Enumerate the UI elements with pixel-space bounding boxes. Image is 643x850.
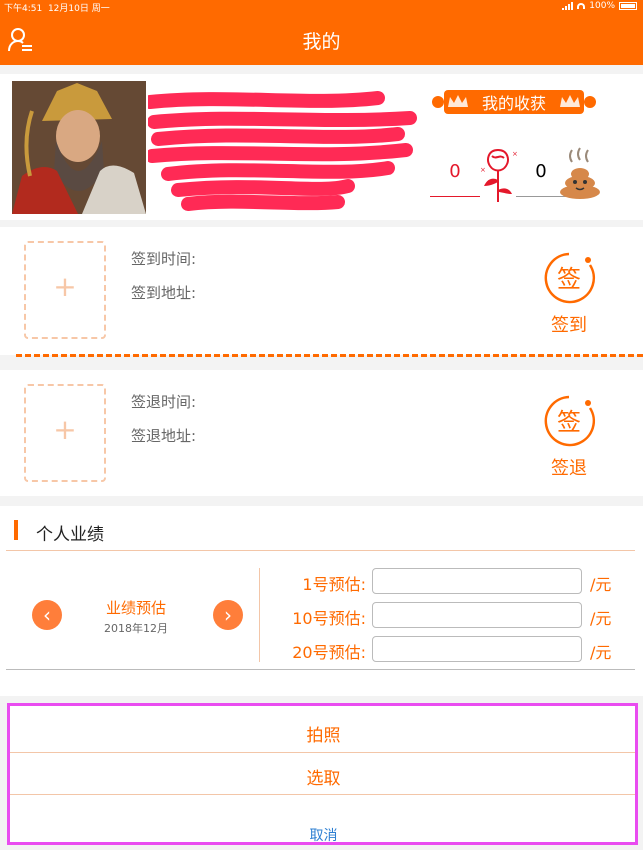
check-in-panel: + 签到时间: 签到地址: 签 签到	[0, 227, 643, 355]
choose-photo-option[interactable]: 选取	[10, 764, 637, 789]
section-title: 个人业绩	[36, 525, 104, 545]
check-in-photo-button[interactable]: +	[24, 241, 106, 339]
check-in-sign-glyph: 签	[557, 265, 581, 293]
rose-count: 0	[449, 161, 461, 182]
estimate-row-1-unit: /元	[590, 575, 612, 594]
page-title: 我的	[302, 31, 341, 53]
check-in-button-label[interactable]: 签到	[538, 311, 600, 337]
profile-card: 我的收获 0 × × 0	[0, 74, 643, 220]
nav-bar: 我的	[0, 14, 643, 65]
next-month-button[interactable]: ›	[213, 600, 243, 630]
check-out-sign-icon[interactable]: 签	[542, 394, 596, 448]
check-out-panel: + 签退时间: 签退地址: 签 签退	[0, 370, 643, 496]
performance-section: 个人业绩 ‹ 业绩预估 2018年12月 › 1号预估: /元 10号预估: /…	[0, 506, 643, 696]
dashed-divider	[16, 354, 643, 357]
estimate-month: 2018年12月	[104, 622, 168, 635]
add-photo-icon: +	[53, 413, 77, 446]
estimate-row-2-unit: /元	[590, 609, 612, 628]
estimate-label: 业绩预估	[105, 599, 166, 617]
rose-underline	[430, 196, 480, 197]
divider	[10, 794, 637, 795]
estimate-row-3-label: 20号预估:	[292, 643, 366, 662]
divider	[6, 550, 635, 551]
signal-icon	[562, 2, 574, 10]
check-in-time-label: 签到时间:	[131, 250, 197, 268]
check-out-photo-button[interactable]: +	[24, 384, 106, 482]
svg-text:×: ×	[480, 166, 486, 174]
harvest-banner[interactable]	[430, 87, 598, 117]
check-out-button-label[interactable]: 签退	[538, 454, 600, 480]
estimate-row-2-input[interactable]	[372, 602, 582, 628]
take-photo-option[interactable]: 拍照	[10, 721, 637, 746]
poop-icon[interactable]	[558, 146, 602, 200]
check-out-sign-glyph: 签	[557, 408, 581, 436]
photo-action-sheet: 拍照 选取 取消	[10, 705, 637, 845]
chevron-right-icon: ›	[224, 603, 232, 627]
status-bar: 下午4:51 12月10日 周一 100%	[0, 0, 643, 14]
check-out-address-label: 签退地址:	[131, 427, 197, 445]
check-out-time-label: 签退时间:	[131, 393, 197, 411]
status-date-text: 12月10日 周一	[47, 4, 110, 14]
vertical-divider	[259, 568, 260, 662]
svg-text:×: ×	[512, 150, 518, 158]
status-time-text: 下午4:51	[4, 4, 43, 14]
estimate-row-3-input[interactable]	[372, 636, 582, 662]
check-in-sign-icon[interactable]: 签	[542, 251, 596, 305]
battery-icon	[619, 2, 637, 10]
estimate-row-2-label: 10号预估:	[292, 609, 366, 628]
section-accent-bar	[14, 520, 18, 540]
check-in-address-label: 签到地址:	[131, 284, 197, 302]
avatar[interactable]	[12, 81, 146, 214]
prev-month-button[interactable]: ‹	[32, 600, 62, 630]
estimate-row-1-input[interactable]	[372, 568, 582, 594]
divider	[6, 669, 635, 670]
estimate-row-1-label: 1号预估:	[302, 575, 366, 594]
chevron-left-icon: ‹	[43, 603, 51, 627]
battery-percent: 100%	[589, 1, 615, 11]
add-photo-icon: +	[53, 270, 77, 303]
status-indicators: 100%	[562, 1, 637, 11]
divider	[10, 752, 637, 753]
rose-icon[interactable]: × ×	[478, 146, 518, 204]
wifi-icon	[577, 3, 586, 9]
estimate-row-3-unit: /元	[590, 643, 612, 662]
cancel-button[interactable]: 取消	[10, 825, 637, 845]
status-time: 下午4:51 12月10日 周一	[4, 1, 110, 14]
redacted-user-info	[148, 91, 417, 211]
